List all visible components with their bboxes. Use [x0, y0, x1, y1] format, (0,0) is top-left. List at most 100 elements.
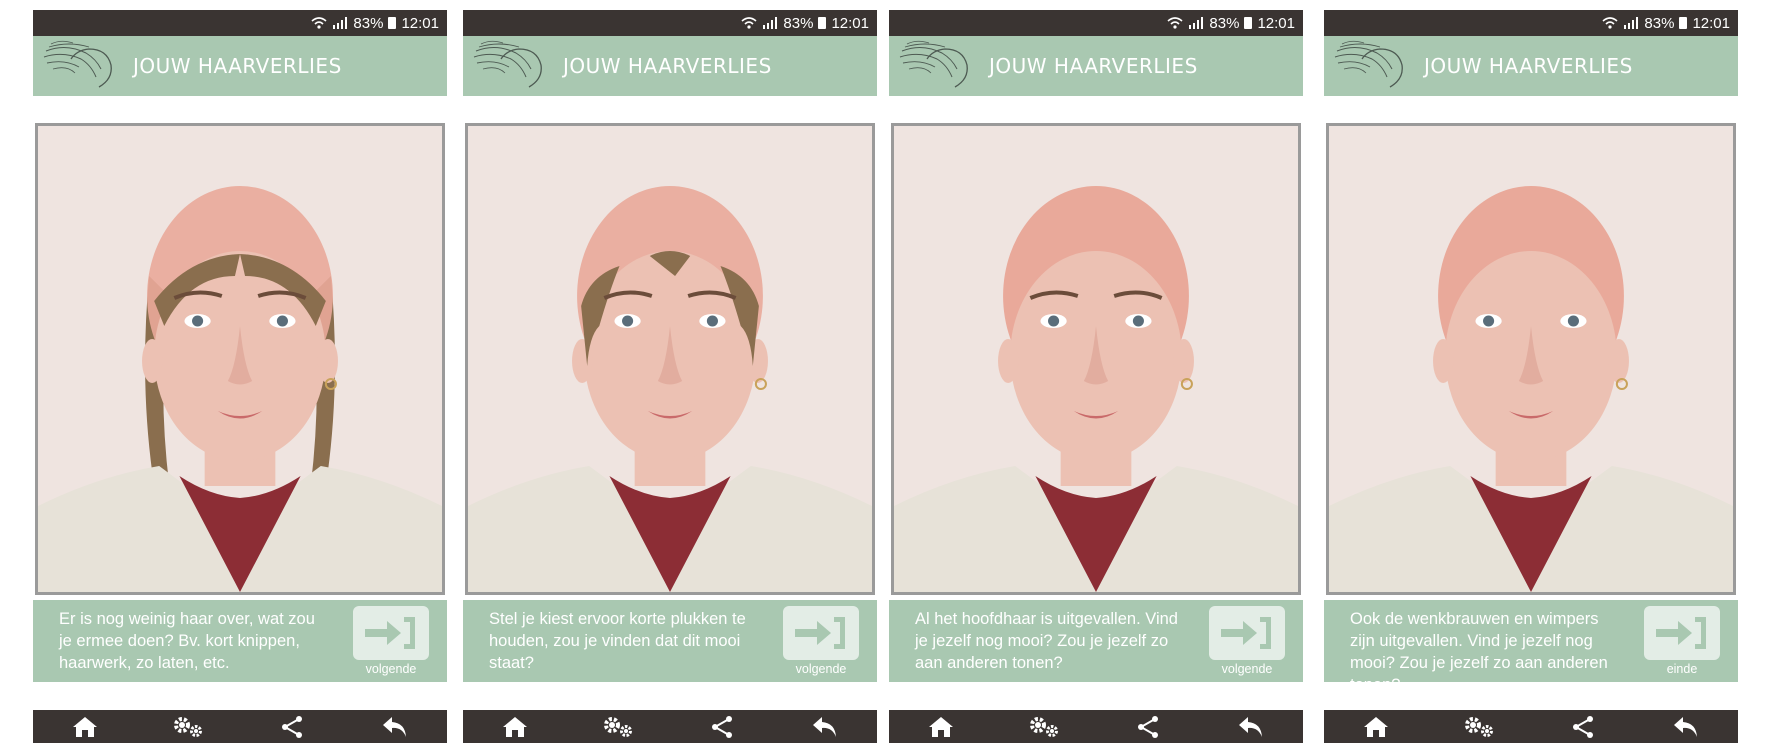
portrait-photo — [35, 123, 445, 595]
settings-button[interactable] — [1024, 712, 1064, 742]
app-header: JOUW HAARVERLIES — [33, 36, 447, 96]
share-button[interactable] — [272, 712, 312, 742]
next-label: einde — [1666, 662, 1698, 676]
back-arrow-icon — [383, 716, 407, 737]
question-text: Al het hoofdhaar is uitgevallen. Vind je… — [915, 610, 1178, 672]
home-button[interactable] — [1356, 712, 1396, 742]
battery-icon — [1679, 17, 1688, 29]
hair-logo-icon — [899, 40, 968, 88]
settings-icon — [1465, 716, 1494, 737]
share-button[interactable] — [1128, 712, 1168, 742]
next-button[interactable] — [1209, 606, 1285, 660]
portrait-illustration — [38, 126, 442, 592]
next-button[interactable] — [783, 606, 859, 660]
settings-icon — [174, 716, 203, 737]
home-icon — [72, 716, 97, 737]
clock: 12:01 — [401, 14, 439, 32]
home-icon — [928, 716, 953, 737]
clock: 12:01 — [1257, 14, 1295, 32]
app-title: JOUW HAARVERLIES — [989, 54, 1198, 78]
clock: 12:01 — [831, 14, 869, 32]
wifi-icon — [1602, 17, 1618, 29]
question-panel: Er is nog weinig haar over, wat zou je e… — [33, 600, 447, 682]
back-button[interactable] — [805, 712, 845, 742]
signal-icon — [1624, 17, 1639, 29]
share-button[interactable] — [1563, 712, 1603, 742]
app-header: JOUW HAARVERLIES — [1324, 36, 1738, 96]
exit-arrow-icon — [1656, 617, 1706, 649]
home-icon — [1363, 716, 1388, 737]
next-label: volgende — [1221, 662, 1273, 676]
battery-icon — [388, 17, 397, 29]
battery-icon — [818, 17, 827, 29]
share-icon — [1137, 715, 1158, 738]
phone-screen-3: 83% 12:01 JOUW HAARVERLIES Al het hoofdh… — [889, 10, 1303, 743]
battery-percentage: 83% — [783, 14, 814, 32]
next-button[interactable] — [1644, 606, 1720, 660]
home-button[interactable] — [921, 712, 961, 742]
back-arrow-icon — [1239, 716, 1263, 737]
wifi-icon — [1167, 17, 1183, 29]
next-label: volgende — [365, 662, 417, 676]
settings-button[interactable] — [1459, 712, 1499, 742]
bottom-navigation — [463, 710, 877, 743]
back-button[interactable] — [375, 712, 415, 742]
portrait-illustration — [894, 126, 1298, 592]
settings-button[interactable] — [598, 712, 638, 742]
app-header: JOUW HAARVERLIES — [889, 36, 1303, 96]
battery-percentage: 83% — [353, 14, 384, 32]
back-button[interactable] — [1231, 712, 1271, 742]
exit-arrow-icon — [795, 617, 845, 649]
signal-icon — [333, 17, 348, 29]
app-title: JOUW HAARVERLIES — [563, 54, 772, 78]
question-text: Ook de wenkbrauwen en wimpers zijn uitge… — [1350, 610, 1608, 694]
exit-arrow-icon — [1221, 617, 1271, 649]
portrait-illustration — [1329, 126, 1733, 592]
question-panel: Al het hoofdhaar is uitgevallen. Vind je… — [889, 600, 1303, 682]
portrait-illustration — [468, 126, 872, 592]
portrait-photo — [465, 123, 875, 595]
question-text: Stel je kiest ervoor korte plukken te ho… — [489, 610, 746, 672]
status-bar: 83% 12:01 — [33, 10, 447, 36]
share-icon — [281, 715, 302, 738]
phone-screen-4: 83% 12:01 JOUW HAARVERLIES Ook de wenkbr… — [1324, 10, 1738, 743]
battery-percentage: 83% — [1209, 14, 1240, 32]
back-arrow-icon — [813, 716, 837, 737]
status-bar: 83% 12:01 — [463, 10, 877, 36]
app-header: JOUW HAARVERLIES — [463, 36, 877, 96]
question-text: Er is nog weinig haar over, wat zou je e… — [59, 610, 315, 672]
exit-arrow-icon — [365, 617, 415, 649]
portrait-photo — [891, 123, 1301, 595]
home-icon — [502, 716, 527, 737]
next-button[interactable] — [353, 606, 429, 660]
battery-percentage: 83% — [1644, 14, 1675, 32]
hair-logo-icon — [473, 40, 542, 88]
settings-icon — [604, 716, 633, 737]
home-button[interactable] — [65, 712, 105, 742]
hair-logo-icon — [43, 40, 112, 88]
signal-icon — [1189, 17, 1204, 29]
share-icon — [1572, 715, 1593, 738]
question-panel: Stel je kiest ervoor korte plukken te ho… — [463, 600, 877, 682]
app-title: JOUW HAARVERLIES — [1424, 54, 1633, 78]
wifi-icon — [311, 17, 327, 29]
signal-icon — [763, 17, 778, 29]
share-button[interactable] — [702, 712, 742, 742]
status-bar: 83% 12:01 — [889, 10, 1303, 36]
phone-screen-2: 83% 12:01 JOUW HAARVERLIES Stel je kiest… — [463, 10, 877, 743]
hair-logo-icon — [1334, 40, 1403, 88]
settings-icon — [1030, 716, 1059, 737]
next-label: volgende — [795, 662, 847, 676]
share-icon — [711, 715, 732, 738]
clock: 12:01 — [1692, 14, 1730, 32]
bottom-navigation — [33, 710, 447, 743]
battery-icon — [1244, 17, 1253, 29]
portrait-photo — [1326, 123, 1736, 595]
wifi-icon — [741, 17, 757, 29]
home-button[interactable] — [495, 712, 535, 742]
bottom-navigation — [889, 710, 1303, 743]
bottom-navigation — [1324, 710, 1738, 743]
settings-button[interactable] — [168, 712, 208, 742]
back-button[interactable] — [1666, 712, 1706, 742]
app-title: JOUW HAARVERLIES — [133, 54, 342, 78]
